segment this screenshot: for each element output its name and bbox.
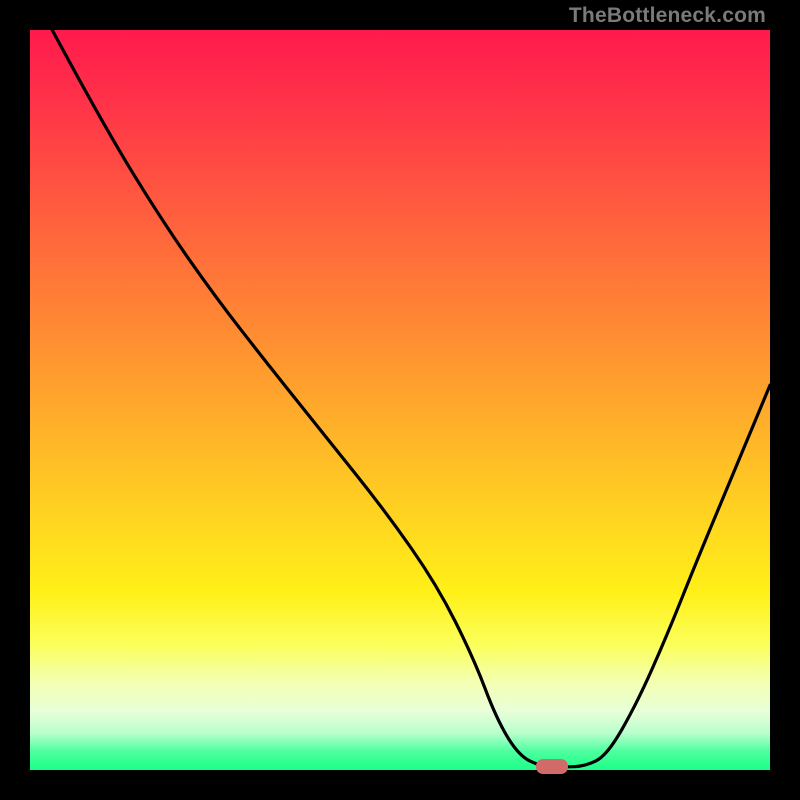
optimal-point-marker <box>536 759 568 774</box>
plot-area <box>30 30 770 770</box>
bottleneck-curve <box>30 30 770 770</box>
chart-frame: TheBottleneck.com <box>0 0 800 800</box>
curve-path <box>52 30 770 767</box>
watermark-text: TheBottleneck.com <box>569 4 766 28</box>
